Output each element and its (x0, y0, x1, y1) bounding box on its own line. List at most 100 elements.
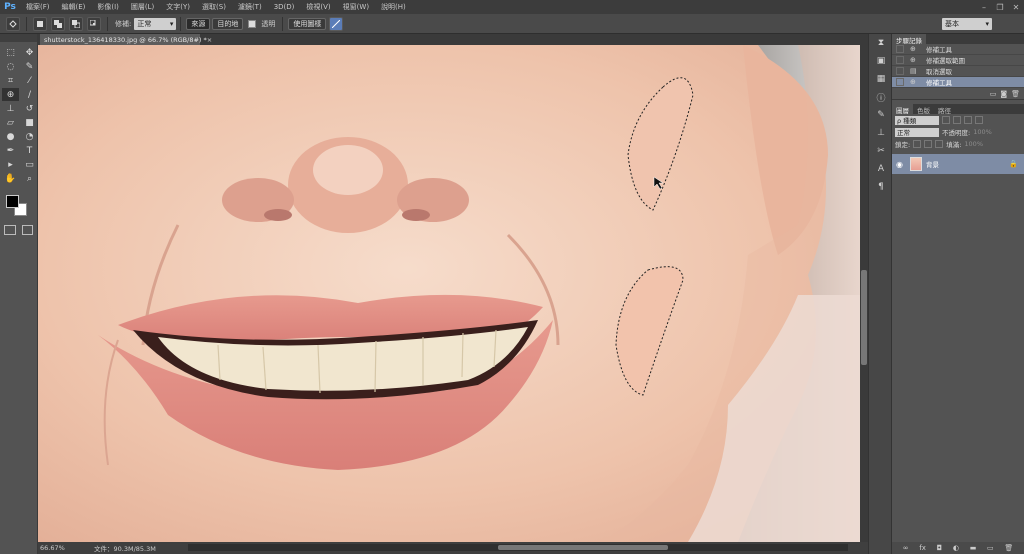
menu-type[interactable]: 文字(Y) (160, 2, 196, 12)
marquee-tool-icon[interactable]: ⬚ (2, 46, 19, 59)
destination-button[interactable]: 目的地 (212, 17, 244, 30)
close-button[interactable]: ✕ (1008, 0, 1024, 14)
close-tab-icon[interactable]: × (207, 36, 212, 44)
horizontal-scrollbar-thumb[interactable] (498, 545, 668, 550)
history-checkbox[interactable] (896, 78, 904, 86)
shape-tool-icon[interactable]: ▭ (21, 158, 38, 171)
history-checkbox[interactable] (896, 45, 904, 53)
history-item[interactable]: ⊕ 修補選取範圍 (892, 55, 1024, 66)
layer-row-background[interactable]: ◉ 背景 🔒 (892, 154, 1024, 174)
paragraph-panel-icon[interactable]: ¶ (869, 178, 893, 196)
tab-paths[interactable]: 路徑 (934, 104, 955, 115)
tools-presets-panel-icon[interactable]: ✂ (869, 142, 893, 160)
layer-filter-select[interactable]: ρ 種類 (895, 115, 939, 125)
filter-shape-icon[interactable] (975, 116, 983, 124)
trash-icon[interactable]: 🗑 (1004, 544, 1013, 552)
move-tool-icon[interactable]: ✥ (21, 46, 38, 59)
new-document-icon[interactable]: ▭ (990, 90, 997, 98)
add-mask-icon[interactable]: ◘ (937, 544, 943, 552)
gradient-tool-icon[interactable]: ■ (21, 116, 38, 129)
tab-channels[interactable]: 色版 (913, 104, 934, 115)
info-panel-icon[interactable]: ⓘ (869, 88, 893, 106)
fill-value[interactable]: 100% (964, 140, 983, 148)
new-layer-icon[interactable]: ▭ (987, 544, 994, 552)
pattern-picker[interactable] (329, 16, 344, 31)
horizontal-scrollbar[interactable] (188, 544, 848, 551)
restore-button[interactable]: ❐ (992, 0, 1008, 14)
eyedropper-tool-icon[interactable]: ⁄ (21, 74, 38, 87)
link-layers-icon[interactable]: ∞ (903, 544, 909, 552)
zoom-readout[interactable]: 66.67% (38, 544, 70, 552)
clone-stamp-tool-icon[interactable]: ⊥ (2, 102, 19, 115)
trash-icon[interactable]: 🗑 (1011, 90, 1020, 98)
foreground-color-swatch[interactable] (6, 195, 19, 208)
tab-layers[interactable]: 圖層 (892, 104, 913, 115)
minimize-button[interactable]: – (976, 0, 992, 14)
menu-filter[interactable]: 濾鏡(T) (232, 2, 268, 12)
layer-style-icon[interactable]: fx (919, 544, 926, 552)
clone-source-panel-icon[interactable]: ⊥ (869, 124, 893, 142)
document-canvas[interactable] (38, 45, 860, 542)
history-brush-tool-icon[interactable]: ↺ (21, 102, 38, 115)
history-item[interactable]: ▤ 取消選取 (892, 66, 1024, 77)
filter-pixel-icon[interactable] (942, 116, 950, 124)
type-tool-icon[interactable]: T (21, 144, 38, 157)
blur-tool-icon[interactable]: ● (2, 130, 19, 143)
quick-select-tool-icon[interactable]: ✎ (21, 60, 38, 73)
history-checkbox[interactable] (896, 56, 904, 64)
history-panel-icon[interactable]: ⧗ (869, 34, 893, 52)
workspace-select[interactable]: 基本 ▾ (942, 18, 992, 30)
tool-preset-picker[interactable] (6, 16, 20, 31)
adjustment-layer-icon[interactable]: ◐ (953, 544, 959, 552)
source-button[interactable]: 來源 (186, 17, 211, 30)
document-tab[interactable]: shutterstock_136418330.jpg @ 66.7% (RGB/… (40, 34, 212, 45)
menu-image[interactable]: 影像(I) (91, 2, 125, 12)
mode-select[interactable]: 正常 ▾ (134, 17, 177, 30)
vertical-scrollbar-thumb[interactable] (861, 270, 867, 365)
tools-panel-header[interactable] (0, 34, 37, 42)
filter-type-icon[interactable] (964, 116, 972, 124)
history-item-selected[interactable]: ⊕ 修補工具 (892, 77, 1024, 88)
swatches-panel-icon[interactable]: ▦ (869, 70, 893, 88)
add-selection-button[interactable] (51, 16, 65, 31)
character-panel-icon[interactable]: A (869, 160, 893, 178)
new-selection-button[interactable] (33, 16, 47, 31)
menu-edit[interactable]: 編輯(E) (56, 2, 92, 12)
zoom-tool-icon[interactable]: ⌕ (21, 172, 38, 185)
vertical-scrollbar[interactable] (860, 45, 868, 542)
opacity-value[interactable]: 100% (973, 128, 992, 136)
filter-adjust-icon[interactable] (953, 116, 961, 124)
lock-all-icon[interactable] (935, 140, 944, 148)
blend-mode-select[interactable]: 正常 (895, 127, 939, 137)
menu-view[interactable]: 檢視(V) (300, 2, 336, 12)
history-checkbox[interactable] (896, 67, 904, 75)
transparent-checkbox[interactable] (248, 19, 257, 28)
lock-pixels-icon[interactable] (913, 140, 922, 148)
menu-help[interactable]: 說明(H) (375, 2, 412, 12)
menu-layer[interactable]: 圖層(L) (125, 2, 160, 12)
lasso-tool-icon[interactable]: ◌ (2, 60, 19, 73)
lock-position-icon[interactable] (924, 140, 933, 148)
menu-window[interactable]: 視窗(W) (337, 2, 375, 12)
menu-3d[interactable]: 3D(D) (268, 3, 301, 11)
patch-tool-icon[interactable]: ⊕ (2, 88, 19, 101)
hand-tool-icon[interactable]: ✋ (2, 172, 19, 185)
menu-select[interactable]: 選取(S) (196, 2, 232, 12)
path-select-tool-icon[interactable]: ▸ (2, 158, 19, 171)
crop-tool-icon[interactable]: ⌗ (2, 74, 19, 87)
eraser-tool-icon[interactable]: ▱ (2, 116, 19, 129)
quick-mask-icon[interactable] (4, 225, 16, 235)
brush-tool-icon[interactable]: ∕ (21, 88, 38, 101)
subtract-selection-button[interactable] (69, 16, 83, 31)
menu-file[interactable]: 檔案(F) (20, 2, 56, 12)
tab-history[interactable]: 步驟記錄 (892, 34, 926, 45)
dodge-tool-icon[interactable]: ◔ (21, 130, 38, 143)
actions-panel-icon[interactable]: ▣ (869, 52, 893, 70)
pen-tool-icon[interactable]: ✒ (2, 144, 19, 157)
camera-icon[interactable]: ◙ (1000, 90, 1007, 98)
brush-panel-icon[interactable]: ✎ (869, 106, 893, 124)
eye-icon[interactable]: ◉ (896, 160, 906, 169)
intersect-selection-button[interactable] (87, 16, 101, 31)
use-pattern-button[interactable]: 使用圖樣 (288, 17, 327, 30)
screen-mode-icon[interactable] (21, 225, 33, 235)
